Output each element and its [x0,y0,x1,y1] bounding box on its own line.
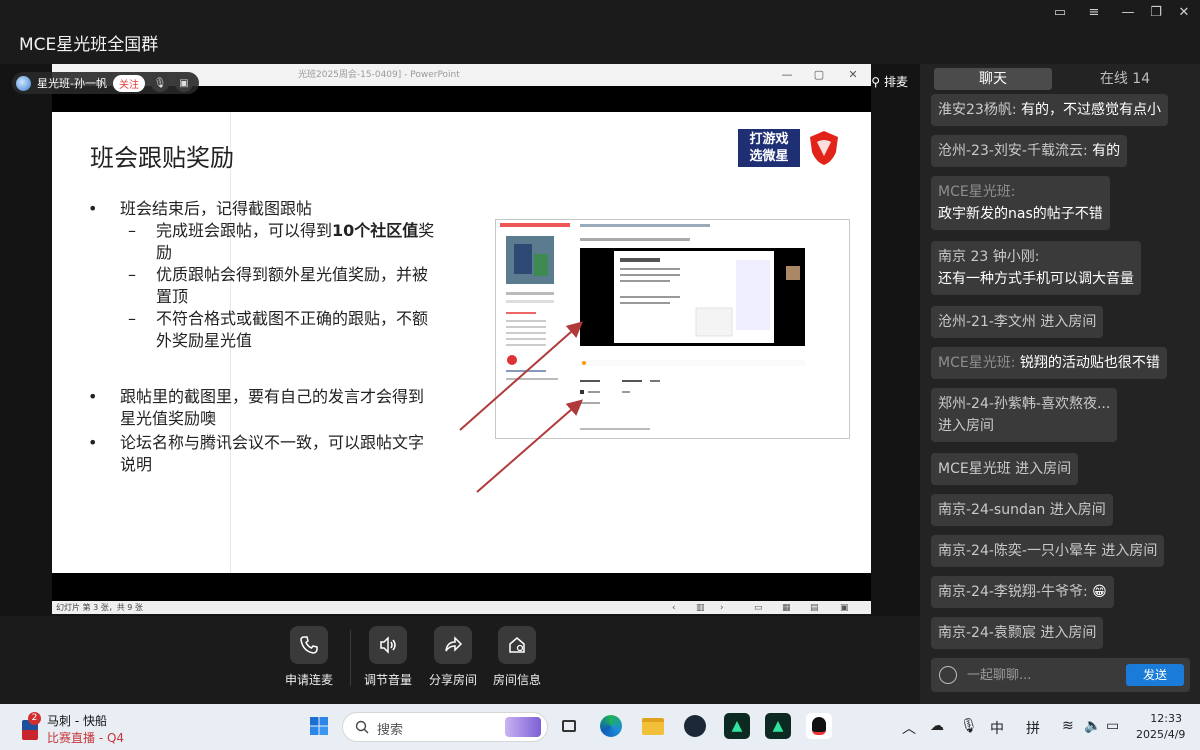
paimai-button[interactable]: ⚲ 排麦 [871,73,908,90]
pip-icon[interactable]: ▭ [1050,4,1070,22]
taskbar-search[interactable]: 搜索 [342,712,548,742]
chat-message: 南京-24-李锐翔-牛爷爷: 😁 [931,576,1114,608]
title-bar: MCE星光班全国群 ▭ ≡ — ❐ ✕ [0,0,1200,64]
powerpoint-window: 光班2025周会-15-0409] - PowerPoint — ▢ ✕ 班会跟… [52,64,871,614]
tab-chat[interactable]: 聊天 [934,68,1052,90]
ppt-minimize-icon[interactable]: — [772,64,802,86]
chat-panel: 聊天 在线 14 淮安23杨帆: 有的，不过感觉有点小 沧州-23-刘安-千载流… [920,64,1200,704]
annotation-arrows [459,321,584,493]
tray-mic-icon[interactable]: 🎙 [960,718,978,734]
mic-icon[interactable]: 🎙 [150,74,169,92]
chat-message: 沧州-23-刘安-千载流云: 有的 [931,135,1128,167]
screen-share-icon[interactable]: ▣ [174,74,193,92]
share-icon [434,626,472,664]
slide-letterbox-bottom [52,573,871,601]
emoji-icon[interactable] [939,666,957,684]
chat-message: 南京 23 钟小刚: 还有一种方式手机可以调大音量 [931,241,1141,295]
app-triangle-icon-2[interactable]: ▲ [765,713,791,739]
speaker-icon [369,626,407,664]
ppt-maximize-icon[interactable]: ▢ [804,64,834,86]
chat-message: MCE星光班: 政宇新发的nas的帖子不错 [931,176,1110,230]
normal-view-icon[interactable]: ▭ [754,602,763,615]
phone-icon [290,626,328,664]
ime-mode[interactable]: 拼 [1026,718,1040,738]
volume-button[interactable]: 调节音量 [353,626,423,688]
share-room-button[interactable]: 分享房间 [418,626,488,688]
room-info-icon [498,626,536,664]
chat-input[interactable] [967,664,1117,686]
widget-line1: 马刺 - 快船 [47,714,107,728]
volume-icon[interactable]: 🔈 [1084,718,1101,734]
host-name: 星光班-孙一帆 [37,77,107,90]
search-user-icon: ⚲ [871,74,880,89]
cloud-icon[interactable]: ☁ [930,718,944,734]
chat-message: 郑州-24-孙紫韩-喜欢熬夜... 进入房间 [931,388,1118,442]
arrow-1 [459,321,583,431]
video-stage: 星光班-孙一帆 关注 🎙 ▣ ⚲ 排麦 光班2025周会-15-0409] - … [0,64,920,616]
restore-icon[interactable]: ❐ [1146,4,1166,22]
file-explorer-icon[interactable] [640,713,666,739]
chat-message: 淮安23杨帆: 有的，不过感觉有点小 [931,94,1168,126]
prev-slide-icon[interactable]: ‹ [672,602,676,615]
slide: 班会跟贴奖励 打游戏 选微星 班会结束后，记得截图跟帖 完成班会跟帖，可以得到1… [52,112,871,573]
notes-icon[interactable]: ▥ [696,602,705,615]
minimize-icon[interactable]: — [1118,4,1138,22]
windows-start-icon[interactable] [306,713,332,739]
task-view-icon[interactable] [556,713,582,739]
taskbar: 2 马刺 - 快船 比赛直播 - Q4 搜索 ▲ ▲ ︿ ☁ 🎙 中 拼 ≋ 🔈… [0,704,1200,750]
ppt-status-bar: 幻灯片 第 3 张，共 9 张 ‹ ▥ › ▭ ▦ ▤ ▣ [52,601,871,614]
reading-view-icon[interactable]: ▤ [810,602,819,615]
send-button[interactable]: 发送 [1126,664,1184,686]
apply-mic-button[interactable]: 申请连麦 [274,626,344,688]
close-icon[interactable]: ✕ [1174,4,1194,22]
room-controls: 申请连麦 调节音量 分享房间 房间信息 [0,616,920,704]
qq-penguin-icon[interactable] [806,713,832,739]
chat-message: 沧州-21-李文州 进入房间 [931,306,1104,338]
chat-message: 南京-24-sundan 进入房间 [931,494,1113,526]
search-highlight-icon [505,717,541,737]
chat-message: MCE星光班 进入房间 [931,453,1079,485]
slideshow-view-icon[interactable]: ▣ [840,602,849,615]
next-slide-icon[interactable]: › [720,602,724,615]
sorter-view-icon[interactable]: ▦ [782,602,791,615]
battery-icon[interactable]: ▭ [1106,718,1119,734]
steam-icon[interactable] [682,713,708,739]
chat-message: MCE星光班: 锐翔的活动贴也很不错 [931,347,1167,379]
app-triangle-icon-1[interactable]: ▲ [724,713,750,739]
tab-online[interactable]: 在线 14 [1080,68,1170,90]
ppt-close-icon[interactable]: ✕ [838,64,868,86]
menu-icon[interactable]: ≡ [1084,4,1104,22]
edge-browser-icon[interactable] [598,713,624,739]
room-info-button[interactable]: 房间信息 [482,626,552,688]
notification-badge: 2 [28,712,41,725]
host-info: 星光班-孙一帆 关注 🎙 ▣ [12,72,199,94]
clock[interactable]: 12:33 2025/4/9 [1136,711,1185,743]
chat-message: 南京-24-陈奕-一只小晕车 进入房间 [931,535,1165,567]
controls-divider [350,630,351,686]
host-avatar [16,75,31,91]
search-icon [355,720,369,734]
ppt-title-text: 光班2025周会-15-0409] - PowerPoint [298,70,460,80]
tray-chevron-icon[interactable]: ︿ [902,718,916,738]
wifi-icon[interactable]: ≋ [1062,718,1074,734]
app-root: MCE星光班全国群 ▭ ≡ — ❐ ✕ 星光班-孙一帆 关注 🎙 ▣ ⚲ 排麦 … [0,0,1200,750]
chat-message: 南京-24-袁颢宸 进入房间 [931,617,1104,649]
ime-lang[interactable]: 中 [990,718,1004,738]
follow-button[interactable]: 关注 [112,74,145,92]
arrow-2 [476,399,584,493]
chat-input-bar: 发送 [931,658,1190,692]
window-title: MCE星光班全国群 [19,35,159,55]
widget-line2: 比赛直播 - Q4 [47,731,125,745]
slide-counter: 幻灯片 第 3 张，共 9 张 [56,603,143,612]
